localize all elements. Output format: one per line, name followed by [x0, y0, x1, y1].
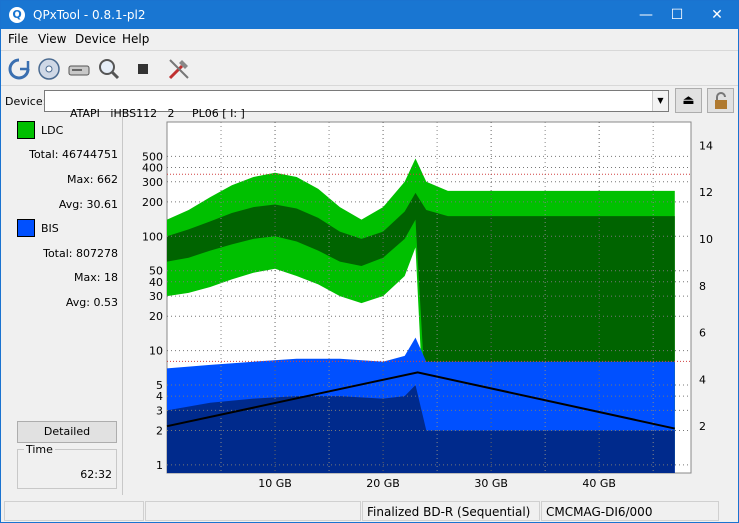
ldc-label: LDC — [41, 124, 64, 137]
main-window: Q QPxTool - 0.8.1-pl2 — ☐ ✕ File View De… — [0, 0, 739, 523]
media-id: CMCMAG-DI6/000 — [541, 501, 719, 521]
device-bar: Device: ATAPI iHBS112 2 PL06 [ I: ] ▼ — [1, 87, 738, 120]
x-tick-label: 30 GB — [474, 477, 508, 490]
toolbar — [1, 50, 738, 86]
stop-icon[interactable] — [129, 55, 157, 83]
scan-chart: 10 GB 20 GB 30 GB 40 GB 1 2 3 4 5 10 20 30 40 50 100 20… — [135, 120, 715, 495]
y-left-tick-label: 10 — [149, 345, 163, 358]
y-left-tick-label: 2 — [156, 425, 163, 438]
disc-type: Finalized BD-R (Sequential) — [362, 501, 540, 521]
menu-device[interactable]: Device — [75, 32, 116, 46]
menu-view[interactable]: View — [38, 32, 66, 46]
time-value: 62:32 — [80, 468, 112, 481]
bis-max: Max: 18 — [74, 271, 118, 284]
y-left-tick-label: 5 — [156, 379, 163, 392]
status-cell-1 — [4, 501, 144, 521]
y-left-tick-label: 400 — [142, 161, 163, 174]
detailed-button[interactable]: Detailed — [17, 421, 117, 443]
time-label: Time — [24, 443, 55, 456]
y-left-tick-label: 20 — [149, 310, 163, 323]
time-group: Time 62:32 — [17, 443, 117, 489]
close-button[interactable]: ✕ — [694, 1, 739, 29]
device-select[interactable]: ATAPI iHBS112 2 PL06 [ I: ] ▼ — [44, 90, 669, 120]
x-tick-label: 20 GB — [366, 477, 400, 490]
title-bar: Q QPxTool - 0.8.1-pl2 — ☐ ✕ — [1, 1, 738, 29]
lock-button[interactable] — [707, 88, 734, 113]
eject-icon: ⏏ — [682, 93, 695, 108]
disc-scan-icon[interactable] — [35, 55, 63, 83]
y-left-tick-label: 3 — [156, 404, 163, 417]
y-left-tick-label: 100 — [142, 230, 163, 243]
bis-avg: Avg: 0.53 — [65, 296, 118, 309]
y-right-tick-label: 6 — [699, 327, 706, 340]
zoom-icon[interactable] — [95, 55, 123, 83]
x-tick-label: 40 GB — [582, 477, 616, 490]
lock-icon — [714, 91, 727, 109]
bis-total: Total: 807278 — [43, 247, 118, 260]
y-right-tick-label: 4 — [699, 373, 706, 386]
tools-icon[interactable] — [165, 55, 193, 83]
y-left-tick-label: 30 — [149, 290, 163, 303]
ldc-color-swatch — [17, 121, 35, 139]
y-left-tick-label: 40 — [149, 276, 163, 289]
y-right-tick-label: 10 — [699, 233, 713, 246]
ldc-total: Total: 46744751 — [29, 148, 118, 161]
chart-svg: 10 GB 20 GB 30 GB 40 GB12345102030405010020… — [142, 121, 713, 490]
y-right-tick-label: 2 — [699, 420, 706, 433]
menu-file[interactable]: File — [8, 32, 28, 46]
y-left-tick-label: 200 — [142, 196, 163, 209]
x-tick-label: 10 GB — [258, 477, 292, 490]
y-left-tick-label: 50 — [149, 265, 163, 278]
menu-bar: File View Device Help — [1, 29, 738, 50]
bis-color-swatch — [17, 219, 35, 237]
stats-panel: LDC Total: 46744751 Max: 662 Avg: 30.61 … — [5, 117, 123, 495]
y-right-tick-label: 14 — [699, 139, 713, 152]
eject-button[interactable]: ⏏ — [675, 88, 702, 113]
device-label: Device: — [5, 95, 47, 108]
y-left-tick-label: 300 — [142, 176, 163, 189]
y-left-tick-label: 500 — [142, 150, 163, 163]
window-title: QPxTool - 0.8.1-pl2 — [33, 8, 146, 22]
menu-help[interactable]: Help — [122, 32, 149, 46]
y-left-tick-label: 1 — [156, 459, 163, 472]
drive-icon[interactable] — [65, 55, 93, 83]
y-right-tick-label: 8 — [699, 280, 706, 293]
chevron-down-icon[interactable]: ▼ — [652, 91, 668, 111]
app-logo-icon: Q — [9, 7, 25, 23]
refresh-icon[interactable] — [5, 55, 33, 83]
y-right-tick-label: 12 — [699, 186, 713, 199]
y-left-tick-label: 4 — [156, 390, 163, 403]
ldc-avg: Avg: 30.61 — [58, 198, 118, 211]
bis-label: BIS — [41, 222, 59, 235]
status-bar: Finalized BD-R (Sequential) CMCMAG-DI6/0… — [1, 499, 738, 523]
status-cell-2 — [145, 501, 361, 521]
ldc-max: Max: 662 — [67, 173, 118, 186]
